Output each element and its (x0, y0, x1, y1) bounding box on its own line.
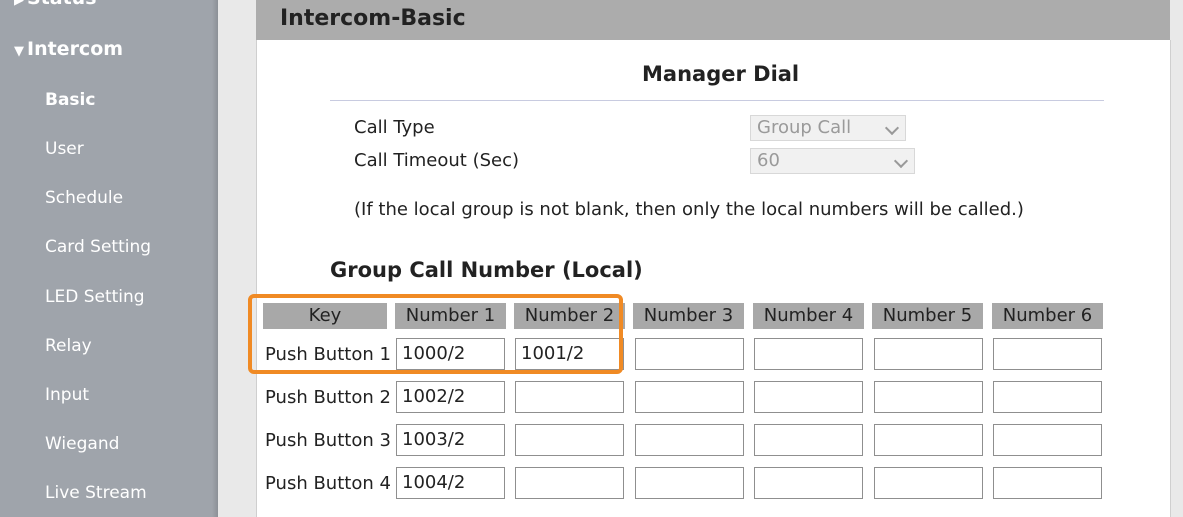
call-timeout-value: 60 (757, 150, 780, 171)
number-input[interactable] (874, 381, 983, 413)
number-input[interactable] (515, 381, 624, 413)
number-input[interactable] (515, 467, 624, 499)
row-label-push-button-3: Push Button 3 (265, 430, 391, 451)
chevron-down-icon (893, 153, 909, 169)
number-input[interactable] (993, 338, 1102, 370)
column-header-number-6: Number 6 (992, 303, 1103, 329)
sidebar-item-live-stream[interactable]: Live Stream (45, 483, 147, 503)
call-timeout-select[interactable]: 60 (750, 148, 915, 174)
column-header-number-3: Number 3 (633, 303, 744, 329)
number-input[interactable] (635, 467, 744, 499)
sidebar-item-input[interactable]: Input (45, 385, 89, 405)
number-input[interactable] (754, 424, 863, 456)
call-type-label: Call Type (354, 117, 435, 138)
number-input[interactable] (993, 381, 1102, 413)
sidebar-section-status[interactable]: ▶Status (14, 0, 97, 9)
number-input[interactable] (635, 424, 744, 456)
triangle-right-icon: ▶ (14, 0, 24, 8)
sidebar-item-schedule[interactable]: Schedule (45, 188, 123, 208)
call-type-value: Group Call (757, 117, 852, 138)
number-input[interactable]: 1003/2 (396, 424, 505, 456)
number-input[interactable] (874, 338, 983, 370)
column-header-number-4: Number 4 (753, 303, 864, 329)
section-divider (330, 100, 1104, 101)
number-input[interactable] (874, 424, 983, 456)
sidebar-item-led-setting[interactable]: LED Setting (45, 287, 145, 307)
number-input[interactable] (754, 467, 863, 499)
local-group-note: (If the local group is not blank, then o… (354, 199, 1024, 220)
sidebar-section-label: Intercom (27, 38, 124, 60)
number-input[interactable]: 1004/2 (396, 467, 505, 499)
sidebar-item-wiegand[interactable]: Wiegand (45, 434, 119, 454)
call-timeout-label: Call Timeout (Sec) (354, 150, 520, 171)
number-input[interactable] (754, 381, 863, 413)
page-title: Intercom-Basic (280, 6, 466, 31)
number-input[interactable]: 1002/2 (396, 381, 505, 413)
sidebar-item-user[interactable]: User (45, 139, 84, 159)
row-label-push-button-4: Push Button 4 (265, 473, 391, 494)
number-input[interactable] (635, 381, 744, 413)
sidebar-section-label: Status (27, 0, 97, 9)
number-input[interactable] (515, 424, 624, 456)
row-label-push-button-2: Push Button 2 (265, 387, 391, 408)
number-input[interactable] (993, 467, 1102, 499)
number-input[interactable] (874, 467, 983, 499)
triangle-down-icon: ▼ (14, 44, 24, 59)
sidebar-item-basic[interactable]: Basic (45, 90, 95, 110)
manager-dial-title: Manager Dial (642, 62, 800, 86)
sidebar-item-relay[interactable]: Relay (45, 336, 92, 356)
column-header-number-5: Number 5 (872, 303, 983, 329)
number-input[interactable] (993, 424, 1102, 456)
sidebar-item-card-setting[interactable]: Card Setting (45, 237, 151, 257)
highlight-box (248, 294, 623, 374)
number-input[interactable] (754, 338, 863, 370)
group-call-title: Group Call Number (Local) (330, 258, 643, 282)
sidebar: ▶Status ▼Intercom Basic User Schedule Ca… (0, 0, 218, 517)
number-input[interactable] (635, 338, 744, 370)
page-header: Intercom-Basic (256, 0, 1170, 40)
call-type-select[interactable]: Group Call (750, 115, 906, 141)
sidebar-section-intercom[interactable]: ▼ Intercom (14, 38, 123, 60)
chevron-down-icon (884, 120, 900, 136)
